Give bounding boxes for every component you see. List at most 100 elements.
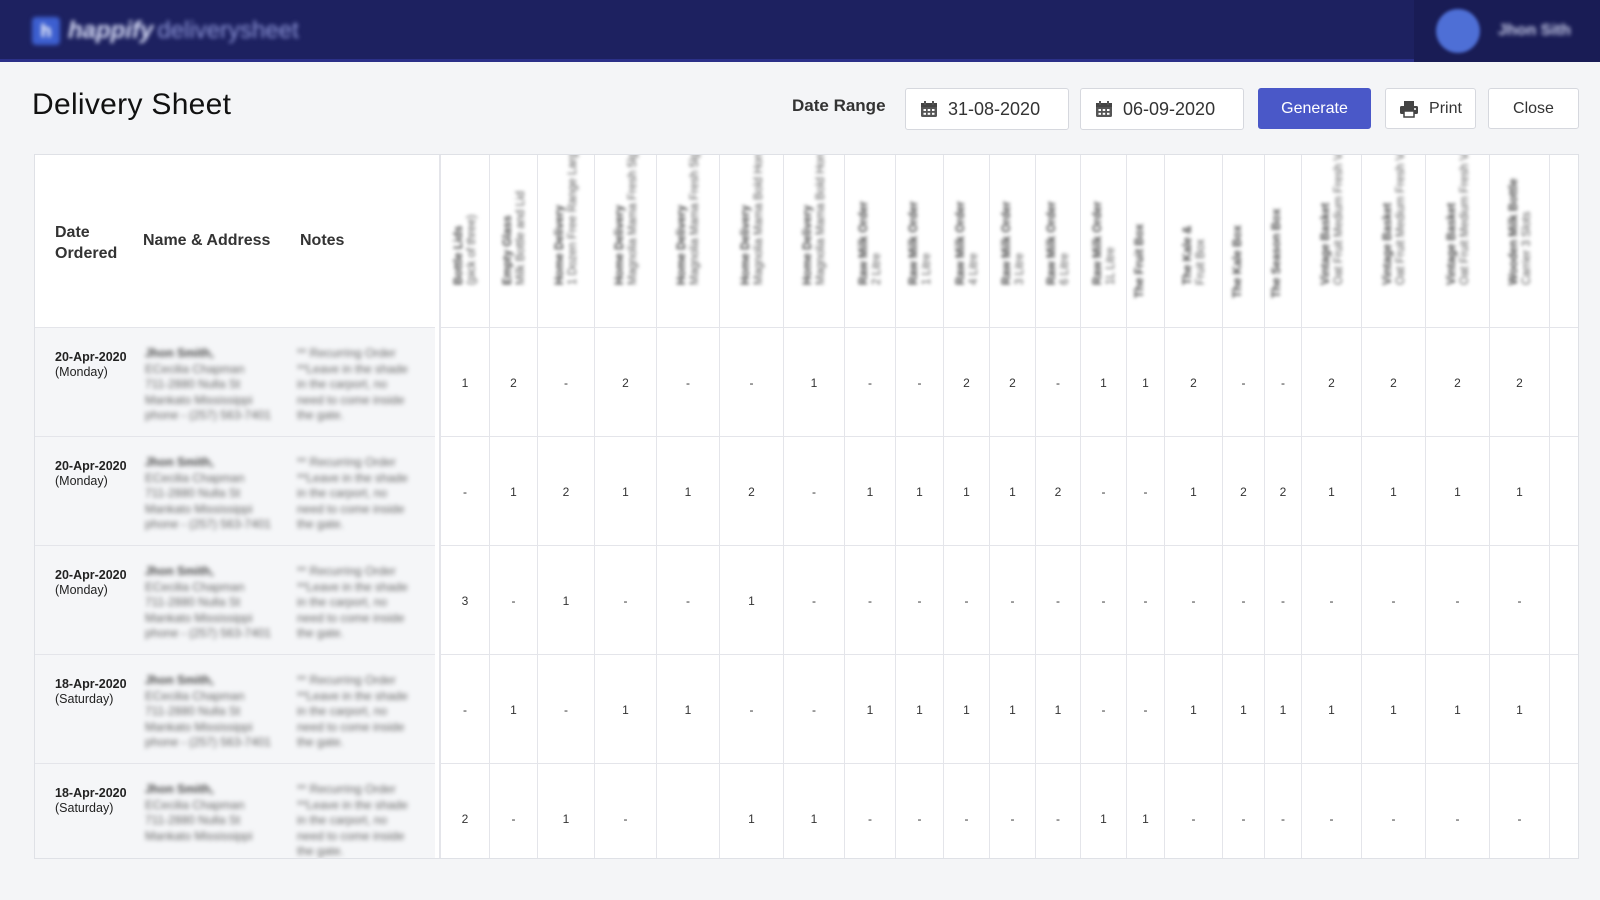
product-column-header[interactable]: Raw Milk Order 3 Litre [990, 155, 1036, 327]
quantity-cell: - [845, 328, 896, 437]
top-navbar: h happify deliverysheet Jhon Sith [0, 0, 1600, 62]
product-title: Vintage Basket [1445, 202, 1458, 285]
quantity-cell: 1 [1302, 655, 1362, 764]
table-row[interactable]: 20-Apr-2020 (Monday) Jhon Smith, ECecilia … [35, 436, 435, 545]
product-column-header[interactable]: Raw Milk Order 1 Litre [896, 155, 944, 327]
product-column-header[interactable]: Raw Milk Order 6 Litre [1036, 155, 1081, 327]
user-menu[interactable]: Jhon Sith [1414, 0, 1600, 62]
quantity-cell: - [1223, 764, 1265, 858]
quantity-cell: 2 [1036, 437, 1081, 546]
quantity-cell: - [1127, 546, 1165, 655]
quantity-cell: - [896, 328, 944, 437]
customer-address: Jhon Smith, ECecilia Chapman 711-2880 Nu… [145, 564, 285, 642]
order-info-pane: Date Ordered Name & Address Notes 20-Apr… [35, 155, 435, 858]
quantity-cell: - [490, 764, 538, 858]
quantity-cell: - [1081, 655, 1127, 764]
page-title: Delivery Sheet [32, 88, 232, 121]
product-column-header[interactable]: Raw Milk Order 1L Litre [1081, 155, 1127, 327]
table-row: -12112-11112--1221111 [441, 436, 1578, 546]
product-column-header[interactable]: The Season Box [1265, 155, 1302, 327]
order-notes: ** Recurring Order **Leave in the shade … [297, 782, 408, 858]
product-column-header[interactable]: Vintage Basket Oat Fruit Medium Fresh Van… [1362, 155, 1426, 327]
header-name-address[interactable]: Name & Address [143, 232, 270, 250]
quantity-cell: - [1127, 655, 1165, 764]
date-from-input[interactable]: 31-08-2020 [905, 88, 1069, 130]
quantity-cell: - [990, 546, 1036, 655]
order-notes: ** Recurring Order **Leave in the shade … [297, 564, 408, 640]
quantity-cell: - [944, 764, 990, 858]
product-column-header[interactable]: The Kale & Fruit Box [1165, 155, 1223, 327]
product-subtitle: Fruit Box [1194, 238, 1207, 285]
product-subtitle: Magnolia Mama Bold Honey Single [815, 154, 827, 285]
product-title: Raw Milk Order [858, 201, 870, 285]
quantity-cell: 2 [538, 437, 595, 546]
product-title: Home Delivery [613, 205, 626, 285]
quantity-cell: 2 [944, 328, 990, 437]
order-date-value: 20-Apr-2020 [55, 350, 127, 364]
quantity-cell: 1 [1165, 655, 1223, 764]
quantity-cell: - [441, 437, 490, 546]
header-notes[interactable]: Notes [300, 232, 344, 250]
order-date: 20-Apr-2020 (Monday) [55, 459, 127, 489]
quantity-cell: - [944, 546, 990, 655]
table-row[interactable]: 20-Apr-2020 (Monday) Jhon Smith, ECecilia … [35, 545, 435, 654]
customer-address: Jhon Smith, ECecilia Chapman 711-2880 Nu… [145, 782, 285, 844]
quantity-cell: 1 [490, 437, 538, 546]
table-row: 12-2--1--22-112--2222 [441, 327, 1578, 437]
date-to-input[interactable]: 06-09-2020 [1080, 88, 1244, 130]
product-column-label: Wooden Milk Bottle Carrier 3 Slots [1508, 155, 1534, 285]
quantity-cell: 2 [1490, 328, 1550, 437]
product-column-label: Raw Milk Order 1 Litre [908, 155, 934, 285]
quantity-cell: 1 [1362, 437, 1426, 546]
quantity-cell: - [538, 655, 595, 764]
quantity-cell: 1 [990, 437, 1036, 546]
brand-logo[interactable]: h happify deliverysheet [32, 16, 299, 46]
product-column-header[interactable]: The Fruit Box [1127, 155, 1165, 327]
order-date-value: 18-Apr-2020 [55, 786, 127, 800]
product-grid: Bottle Lids (pick of three) Empty Glass Mil… [439, 155, 1578, 858]
product-column-header[interactable]: The Kale Box [1223, 155, 1265, 327]
product-column-label: Empty Glass Milk Bottle and Lid [502, 155, 528, 285]
product-column-header[interactable]: Home Delivery Magnolia Mama Fresh 5lg [657, 155, 720, 327]
product-column-header[interactable]: Home Delivery Magnolia Mama Fresh 5lg [595, 155, 657, 327]
product-column-header[interactable]: Bottle Lids (pick of three) [441, 155, 490, 327]
quantity-cell: - [845, 546, 896, 655]
quantity-cell: - [1036, 328, 1081, 437]
product-column-header[interactable]: Raw Milk Order 4 Litre [944, 155, 990, 327]
product-title: The Kale Box [1231, 225, 1244, 298]
quantity-cell: - [441, 655, 490, 764]
table-row[interactable]: 20-Apr-2020 (Monday) Jhon Smith, ECecilia … [35, 327, 435, 436]
product-column-header[interactable]: Home Delivery 1 Dozen Free Range Large Eg… [538, 155, 595, 327]
quantity-cell: - [720, 328, 784, 437]
quantity-cell: - [1036, 546, 1081, 655]
product-column-header[interactable]: Empty Glass Milk Bottle and Lid [490, 155, 538, 327]
product-column-header[interactable]: Vintage Basket Oat Fruit Medium Fresh Van… [1302, 155, 1362, 327]
product-column-header[interactable]: Wooden Milk Bottle Carrier 3 Slots [1490, 155, 1550, 327]
avatar[interactable] [1436, 9, 1480, 53]
quantity-cell: 2 [1302, 328, 1362, 437]
header-date-ordered[interactable]: Date Ordered [55, 222, 135, 264]
product-column-header[interactable]: Vintage Basket Oat Fruit Medium Fresh Van… [1426, 155, 1490, 327]
table-row[interactable]: 18-Apr-2020 (Saturday) Jhon Smith, ECecili… [35, 654, 435, 763]
close-button[interactable]: Close [1488, 88, 1579, 129]
quantity-cell: 1 [1081, 328, 1127, 437]
quantity-cell: - [896, 546, 944, 655]
calendar-icon [1096, 101, 1112, 117]
quantity-cell: - [1127, 437, 1165, 546]
generate-button[interactable]: Generate [1258, 88, 1371, 129]
product-column-label: The Season Box [1271, 158, 1284, 298]
product-column-header[interactable]: Raw Milk Order 2 Litre [845, 155, 896, 327]
order-day: (Monday) [55, 365, 108, 379]
quantity-cell: 1 [657, 655, 720, 764]
print-button[interactable]: Print [1385, 88, 1476, 129]
quantity-cell: 1 [896, 655, 944, 764]
product-title: Raw Milk Order [1000, 201, 1013, 285]
quantity-cell: - [1490, 546, 1550, 655]
quantity-cell: - [1490, 764, 1550, 858]
product-column-header[interactable]: Home Delivery Magnolia Mama Bold Honey 5l… [720, 155, 784, 327]
product-column-header[interactable]: Home Delivery Magnolia Mama Bold Honey Si… [784, 155, 845, 327]
table-row[interactable]: 18-Apr-2020 (Saturday) Jhon Smith, ECecili… [35, 763, 435, 858]
customer-name: Jhon Smith, [145, 782, 214, 796]
order-notes: ** Recurring Order **Leave in the shade … [297, 346, 408, 422]
quantity-cell: 2 [490, 328, 538, 437]
